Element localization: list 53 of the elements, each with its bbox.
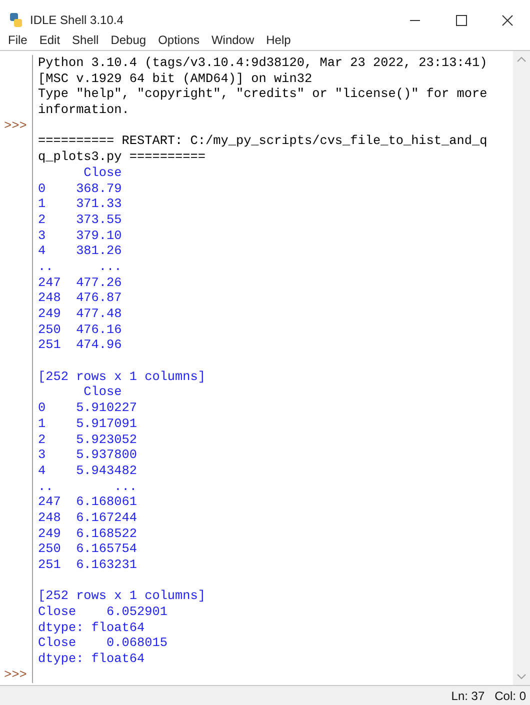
- prompt-text: >>>: [4, 666, 27, 682]
- output-line: .. ...: [38, 478, 137, 494]
- output-line: 2 373.55: [38, 212, 122, 227]
- output-line: Type "help", "copyright", "credits" or "license()" for more: [38, 86, 488, 102]
- output-line: ========== RESTART: C:/my_py_scripts/cvs_file_to_hist_and_q: [38, 133, 488, 148]
- output-line: Close: [82, 164, 122, 180]
- output-line: 250 6.165754: [38, 541, 137, 556]
- scrollbar[interactable]: [513, 51, 530, 685]
- output-line: q_plots3.py ==========: [38, 149, 206, 164]
- output-line: 2 5.923052: [38, 432, 137, 446]
- output-line: [252 rows x 1 columns]: [38, 368, 206, 384]
- output-line: Close 0.068015: [38, 635, 168, 650]
- output-line: 1 371.33: [38, 196, 122, 212]
- output-line: .. ...: [38, 258, 122, 274]
- output-line: 0 5.910227: [38, 400, 137, 416]
- close-icon: [502, 14, 512, 26]
- line-number-text: Ln: 37: [451, 688, 485, 704]
- output-line: [MSC v.1929 64 bit (AMD64)] on win32: [38, 70, 312, 86]
- output-line: information.: [38, 102, 130, 118]
- menu-item[interactable]: Options: [158, 34, 200, 46]
- output-line: 250 476.16: [38, 322, 122, 337]
- output-line: 249 477.48: [38, 306, 122, 321]
- output-line: 3 5.937800: [38, 447, 137, 462]
- output-line: 4 5.943482: [38, 462, 137, 478]
- menu-item[interactable]: Shell: [72, 34, 99, 46]
- window-title: IDLE Shell 3.10.4: [30, 12, 124, 29]
- output-line: dtype: float64: [38, 620, 145, 635]
- output-line: 248 476.87: [38, 290, 122, 306]
- output-line: 248 6.167244: [38, 510, 137, 525]
- scroll-down-icon: [517, 674, 526, 679]
- menu-item[interactable]: Debug: [110, 34, 146, 46]
- output-line: 3 379.10: [38, 228, 122, 243]
- output-line: Close: [82, 384, 122, 400]
- output-line: 1 5.917091: [38, 416, 137, 431]
- output-line: 247 477.26: [38, 274, 122, 290]
- output-line: 251 6.163231: [38, 557, 137, 572]
- output-line: 247 6.168061: [38, 494, 137, 510]
- output-line: Close 6.052901: [38, 604, 168, 620]
- maximize-icon: [456, 14, 466, 26]
- menu-item[interactable]: Window: [211, 34, 254, 46]
- output-line: Python 3.10.4 (tags/v3.10.4:9d38120, Mar 23 2022, 23:13:41): [38, 55, 488, 70]
- output-line: 0 368.79: [38, 180, 122, 196]
- menu-item[interactable]: File: [8, 34, 28, 46]
- prompt-text: >>>: [4, 118, 27, 133]
- menu-item[interactable]: Edit: [39, 34, 60, 46]
- scroll-up-icon: [517, 57, 526, 62]
- menu-item[interactable]: Help: [266, 34, 291, 46]
- output-line: 249 6.168522: [38, 526, 137, 541]
- column-number-text: Col: 0: [494, 688, 526, 704]
- output-line: 251 474.96: [38, 337, 122, 352]
- output-line: 4 381.26: [38, 243, 122, 258]
- output-line: dtype: float64: [38, 651, 145, 666]
- output-line: [252 rows x 1 columns]: [38, 588, 206, 604]
